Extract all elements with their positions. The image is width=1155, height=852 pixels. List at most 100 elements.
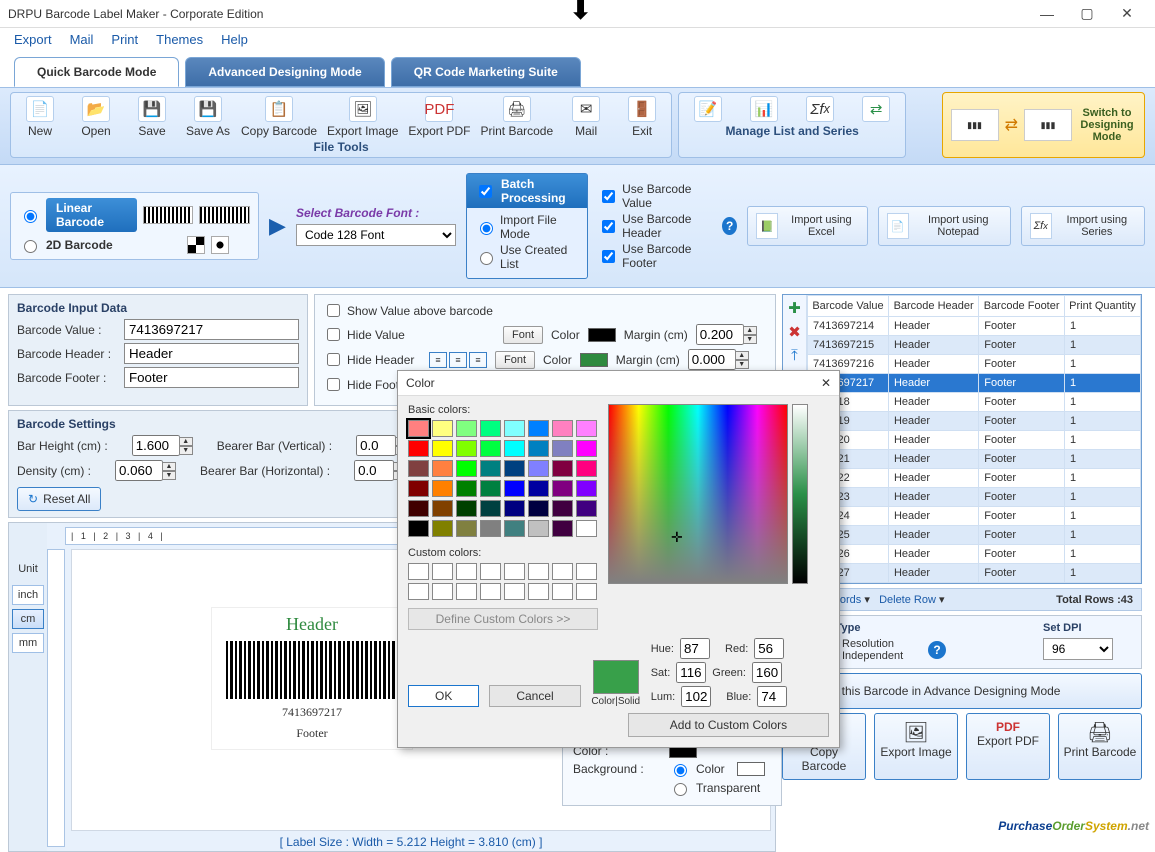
tab-qr-marketing[interactable]: QR Code Marketing Suite (391, 57, 581, 87)
col-header[interactable]: Barcode Header (888, 296, 978, 317)
color-dialog-close[interactable]: ✕ (821, 376, 831, 390)
ribbon-swap[interactable]: ⇄ (853, 96, 899, 122)
barcode-header-input[interactable] (124, 343, 299, 364)
table-row[interactable]: 697221HeaderFooter1 (808, 450, 1141, 469)
add-custom-colors-button[interactable]: Add to Custom Colors (628, 713, 829, 737)
table-row[interactable]: 697222HeaderFooter1 (808, 469, 1141, 488)
ribbon-export-image[interactable]: 🖼Export Image (327, 96, 398, 138)
print-barcode-button[interactable]: 🖨Print Barcode (1058, 713, 1142, 780)
switch-designing-mode[interactable]: ▮▮▮ ⇄ ▮▮▮ Switch to Designing Mode (942, 92, 1145, 158)
barcode-value-input[interactable] (124, 319, 299, 340)
ribbon-edit-list[interactable]: 📝 (685, 96, 731, 122)
value-font-btn[interactable]: Font (503, 326, 543, 344)
ribbon-export-pdf[interactable]: PDFExport PDF (408, 96, 470, 138)
lum-input[interactable] (681, 686, 711, 707)
blue-input[interactable] (757, 686, 787, 707)
table-row[interactable]: 697223HeaderFooter1 (808, 488, 1141, 507)
table-row[interactable]: 697225HeaderFooter1 (808, 526, 1141, 545)
reset-all-button[interactable]: ↻Reset All (17, 487, 101, 511)
unit-inch[interactable]: inch (12, 585, 44, 605)
ribbon-open[interactable]: 📂Open (73, 96, 119, 138)
table-row[interactable]: 697218HeaderFooter1 (808, 393, 1141, 412)
grid-delete-icon[interactable]: ✖ (788, 323, 801, 341)
color-cancel-button[interactable]: Cancel (489, 685, 580, 707)
table-row[interactable]: 7413697214HeaderFooter1 (808, 317, 1141, 336)
density-input[interactable] (115, 460, 163, 481)
bearer-h-input[interactable] (354, 460, 394, 481)
batch-processing-checkbox[interactable] (479, 185, 492, 198)
delete-row-link[interactable]: Delete Row (879, 594, 936, 606)
show-above-cb[interactable] (327, 304, 340, 317)
ribbon-save[interactable]: 💾Save (129, 96, 175, 138)
table-row[interactable]: 697227HeaderFooter1 (808, 564, 1141, 583)
bg-color-swatch[interactable] (737, 762, 765, 776)
menu-mail[interactable]: Mail (70, 32, 94, 47)
close-button[interactable]: ✕ (1107, 5, 1147, 22)
hide-footer-cb[interactable] (327, 378, 340, 391)
import-file-radio[interactable] (480, 222, 493, 235)
table-row[interactable]: 7413697215HeaderFooter1 (808, 336, 1141, 355)
ribbon-series[interactable]: Σfx (797, 96, 843, 122)
use-created-radio[interactable] (480, 252, 493, 265)
red-input[interactable] (754, 638, 784, 659)
import-series-button[interactable]: ΣfxImport using Series (1021, 206, 1145, 246)
unit-cm[interactable]: cm (12, 609, 44, 629)
ribbon-print[interactable]: 🖨Print Barcode (480, 96, 553, 138)
hide-header-cb[interactable] (327, 353, 340, 366)
unit-mm[interactable]: mm (12, 633, 44, 653)
export-pdf-button[interactable]: PDFExport PDF (966, 713, 1050, 780)
sat-input[interactable] (676, 662, 706, 683)
value-color-swatch[interactable] (588, 328, 616, 342)
maximize-button[interactable]: ▢ (1067, 5, 1107, 22)
ribbon-copy[interactable]: 📋Copy Barcode (241, 96, 317, 138)
use-barcode-header-cb[interactable] (602, 220, 615, 233)
header-color-swatch[interactable] (580, 353, 608, 367)
bearer-v-input[interactable] (356, 435, 396, 456)
luminance-slider[interactable] (792, 404, 808, 584)
header-margin-input[interactable] (688, 349, 736, 370)
col-qty[interactable]: Print Quantity (1064, 296, 1140, 317)
tab-quick-barcode[interactable]: Quick Barcode Mode (14, 57, 179, 87)
import-excel-button[interactable]: 📗Import using Excel (747, 206, 868, 246)
help-icon[interactable]: ? (722, 217, 737, 235)
dpi-select[interactable]: 96 (1043, 638, 1113, 660)
table-row[interactable]: 697226HeaderFooter1 (808, 545, 1141, 564)
use-barcode-footer-cb[interactable] (602, 250, 615, 263)
bar-height-input[interactable] (132, 435, 180, 456)
grid-top-icon[interactable]: ⤒ (791, 347, 798, 364)
table-row[interactable]: 697224HeaderFooter1 (808, 507, 1141, 526)
menu-print[interactable]: Print (111, 32, 138, 47)
value-margin-input[interactable] (696, 324, 744, 345)
bg-transparent-radio[interactable] (674, 783, 687, 796)
linear-barcode-radio[interactable] (24, 210, 37, 223)
col-value[interactable]: Barcode Value (808, 296, 889, 317)
table-row[interactable]: 697219HeaderFooter1 (808, 412, 1141, 431)
hide-value-cb[interactable] (327, 328, 340, 341)
green-input[interactable] (752, 662, 782, 683)
table-row[interactable]: 697220HeaderFooter1 (808, 431, 1141, 450)
ribbon-new[interactable]: 📄New (17, 96, 63, 138)
table-row[interactable]: 7413697217HeaderFooter1 (808, 374, 1141, 393)
export-image-button[interactable]: 🖼Export Image (874, 713, 958, 780)
menu-export[interactable]: Export (14, 32, 52, 47)
table-row[interactable]: 7413697216HeaderFooter1 (808, 355, 1141, 374)
menu-help[interactable]: Help (221, 32, 248, 47)
barcode-font-select[interactable]: Code 128 Font (296, 224, 456, 246)
ribbon-exit[interactable]: 🚪Exit (619, 96, 665, 138)
tab-advanced-designing[interactable]: Advanced Designing Mode (185, 57, 384, 87)
minimize-button[interactable]: — (1027, 6, 1067, 22)
hue-input[interactable] (680, 638, 710, 659)
ribbon-excel-list[interactable]: 📊 (741, 96, 787, 122)
header-align[interactable]: ≡≡≡ (429, 352, 487, 368)
use-barcode-value-cb[interactable] (602, 190, 615, 203)
menu-themes[interactable]: Themes (156, 32, 203, 47)
custom-colors-row[interactable] (408, 563, 598, 600)
color-ok-button[interactable]: OK (408, 685, 479, 707)
basic-colors-grid[interactable] (408, 420, 598, 537)
header-font-btn[interactable]: Font (495, 351, 535, 369)
ribbon-mail[interactable]: ✉Mail (563, 96, 609, 138)
grid-add-icon[interactable]: ✚ (788, 299, 801, 317)
import-notepad-button[interactable]: 📄Import using Notepad (878, 206, 1011, 246)
2d-barcode-radio[interactable] (24, 240, 37, 253)
color-gradient[interactable]: ✛ (608, 404, 788, 584)
